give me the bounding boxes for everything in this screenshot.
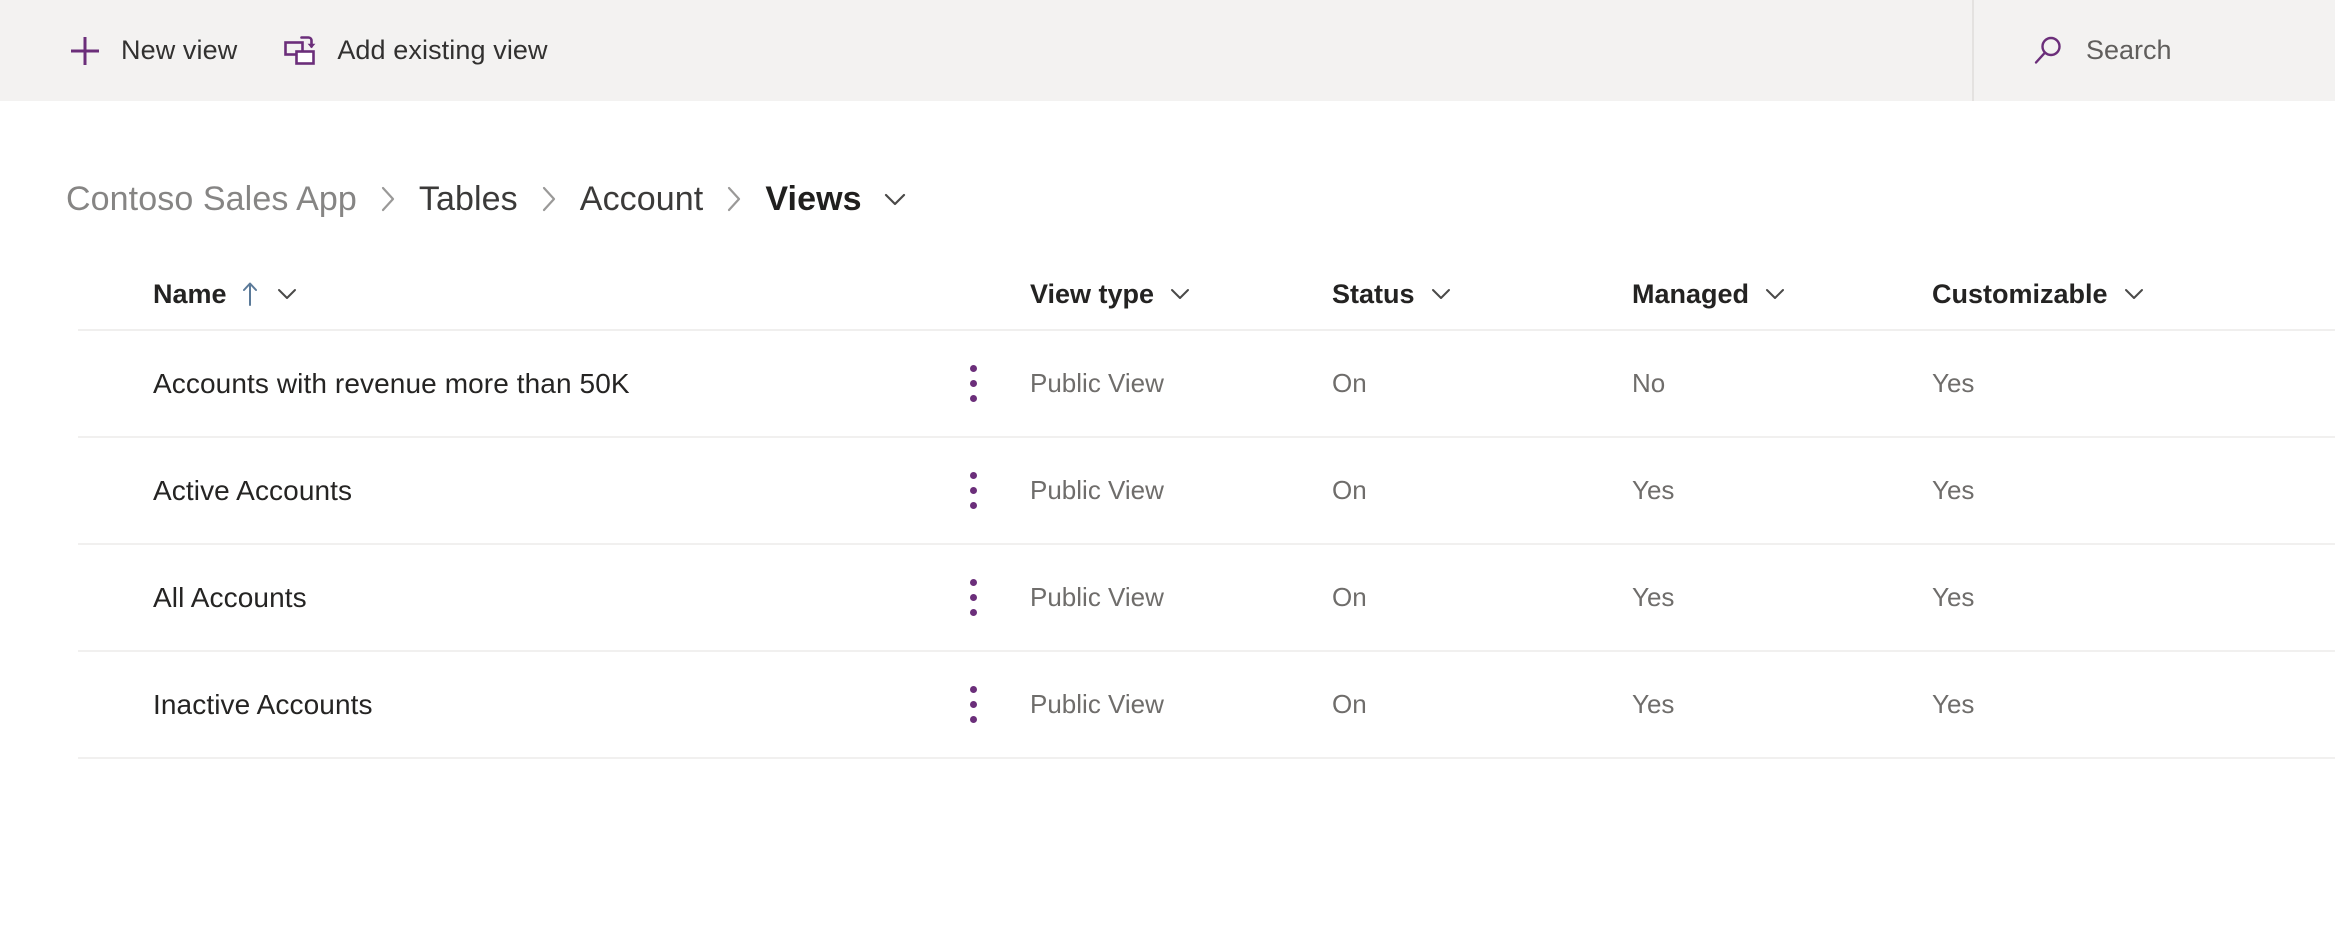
breadcrumb-chevron-down-icon[interactable]: [880, 184, 910, 214]
cell-row-menu[interactable]: [950, 461, 1030, 521]
breadcrumb: Contoso Sales App Tables Account Views: [0, 167, 2335, 231]
content-area: Contoso Sales App Tables Account Views N…: [0, 167, 2335, 759]
cell-row-menu[interactable]: [950, 354, 1030, 414]
more-options-vertical-ellipsis-icon[interactable]: [950, 354, 996, 414]
breadcrumb-item-views: Views: [765, 179, 862, 218]
more-options-vertical-ellipsis-icon[interactable]: [950, 461, 996, 521]
add-existing-view-label: Add existing view: [337, 35, 548, 65]
column-header-managed-chevron-down-icon[interactable]: [1762, 281, 1788, 307]
cell-name[interactable]: All Accounts: [78, 582, 950, 614]
table-row[interactable]: Inactive Accounts Public View On Yes Yes: [78, 652, 2335, 759]
column-header-customizable[interactable]: Customizable: [1932, 279, 2232, 310]
cell-row-menu[interactable]: [950, 568, 1030, 628]
column-header-customizable-label: Customizable: [1932, 278, 2108, 309]
table-row[interactable]: All Accounts Public View On Yes Yes: [78, 545, 2335, 652]
command-bar: New view Add existing view Search: [0, 0, 2335, 101]
cell-managed: Yes: [1632, 582, 1675, 612]
more-options-vertical-ellipsis-icon[interactable]: [950, 568, 996, 628]
more-options-vertical-ellipsis-icon[interactable]: [950, 675, 996, 735]
sort-ascending-icon: [239, 279, 261, 309]
column-header-status-label: Status: [1332, 278, 1415, 309]
column-header-managed[interactable]: Managed: [1632, 279, 1932, 310]
column-header-name-label: Name: [153, 278, 227, 309]
cell-customizable: Yes: [1932, 689, 1975, 719]
cell-customizable: Yes: [1932, 475, 1975, 505]
column-header-customizable-chevron-down-icon[interactable]: [2121, 281, 2147, 307]
cell-row-menu[interactable]: [950, 675, 1030, 735]
column-header-status-chevron-down-icon[interactable]: [1428, 281, 1454, 307]
breadcrumb-item-account[interactable]: Account: [580, 180, 704, 219]
search-icon: [2032, 34, 2066, 68]
breadcrumb-item-app[interactable]: Contoso Sales App: [66, 180, 357, 219]
cell-name[interactable]: Accounts with revenue more than 50K: [78, 368, 950, 400]
new-view-button[interactable]: New view: [66, 0, 237, 101]
plus-icon: [66, 32, 104, 70]
search-box[interactable]: Search: [1972, 0, 2335, 101]
cell-status: On: [1332, 689, 1367, 719]
cell-view-type: Public View: [1030, 582, 1164, 612]
new-view-label: New view: [121, 35, 238, 65]
column-header-view-type-label: View type: [1030, 278, 1155, 309]
breadcrumb-separator-icon: [723, 183, 745, 215]
table-row[interactable]: Active Accounts Public View On Yes Yes: [78, 438, 2335, 545]
breadcrumb-separator-icon: [377, 183, 399, 215]
column-header-view-type-chevron-down-icon[interactable]: [1167, 281, 1193, 307]
cell-status: On: [1332, 475, 1367, 505]
column-header-name[interactable]: Name: [78, 279, 950, 310]
cell-view-type: Public View: [1030, 475, 1164, 505]
command-bar-actions: New view Add existing view: [0, 0, 593, 101]
column-header-view-type[interactable]: View type: [1030, 279, 1332, 310]
add-existing-view-icon: [282, 32, 320, 70]
cell-managed: Yes: [1632, 475, 1675, 505]
breadcrumb-item-tables[interactable]: Tables: [419, 180, 518, 219]
cell-status: On: [1332, 368, 1367, 398]
column-header-name-chevron-down-icon[interactable]: [274, 281, 300, 307]
breadcrumb-separator-icon: [538, 183, 560, 215]
cell-view-type: Public View: [1030, 689, 1164, 719]
table-row[interactable]: Accounts with revenue more than 50K Publ…: [78, 331, 2335, 438]
cell-status: On: [1332, 582, 1367, 612]
search-input[interactable]: Search: [2086, 35, 2172, 66]
cell-managed: Yes: [1632, 689, 1675, 719]
column-header-managed-label: Managed: [1632, 278, 1750, 309]
add-existing-view-button[interactable]: Add existing view: [282, 0, 548, 101]
cell-customizable: Yes: [1932, 582, 1975, 612]
column-header-status[interactable]: Status: [1332, 279, 1632, 310]
table-header-row: Name View type Status Managed Customizab…: [78, 259, 2335, 331]
views-table: Name View type Status Managed Customizab…: [0, 259, 2335, 759]
cell-customizable: Yes: [1932, 368, 1975, 398]
cell-name[interactable]: Active Accounts: [78, 475, 950, 507]
cell-managed: No: [1632, 368, 1666, 398]
cell-view-type: Public View: [1030, 368, 1164, 398]
cell-name[interactable]: Inactive Accounts: [78, 689, 950, 721]
